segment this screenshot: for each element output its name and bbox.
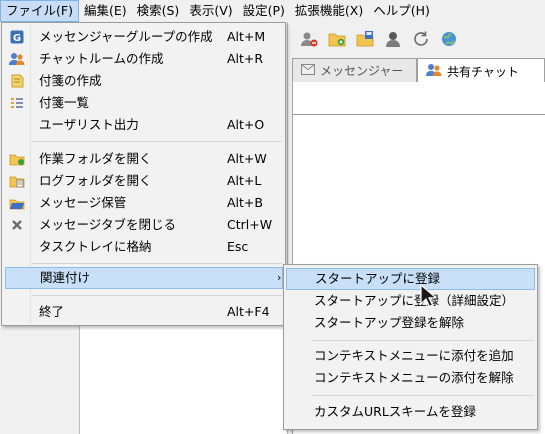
submenu-item-remove-context-menu[interactable]: コンテキストメニューの添付を解除 <box>286 367 535 389</box>
menu-item-close-message-tab[interactable]: メッセージタブを閉じる Ctrl+W <box>5 214 283 236</box>
menu-view[interactable]: 表示(V) <box>184 0 237 22</box>
menu-item-label: メッセージタブを閉じる <box>39 217 177 232</box>
menu-item-label: 終了 <box>39 304 65 319</box>
toolbar <box>288 22 545 55</box>
menu-item-label: 付箋の作成 <box>39 73 102 88</box>
sticky-note-icon <box>9 73 25 89</box>
menu-item-shortcut: Alt+F4 <box>227 304 270 319</box>
submenu-separator <box>312 340 534 341</box>
folder-add-icon[interactable] <box>326 28 348 50</box>
tab-shared-chat[interactable]: 共有チャット <box>417 58 545 83</box>
submenu-item-label: コンテキストメニューに添付を追加 <box>314 348 514 363</box>
file-dropdown-menu: G メッセンジャーグループの作成 Alt+M チャットルームの作成 Alt+R … <box>1 22 286 326</box>
tab-bar: メッセンジャー 共有チャット <box>292 58 545 83</box>
menu-item-shortcut: Esc <box>227 239 249 254</box>
menu-item-shortcut: Alt+L <box>227 173 262 188</box>
menu-item-shortcut: Alt+O <box>227 117 265 132</box>
submenu-arrow-icon: › <box>277 271 282 284</box>
menu-item-create-group[interactable]: G メッセンジャーグループの作成 Alt+M <box>5 26 283 48</box>
submenu-separator <box>312 395 534 396</box>
group-icon: G <box>9 29 25 45</box>
menu-item-shortcut: Alt+W <box>227 151 267 166</box>
menu-item-minimize-to-tray[interactable]: タスクトレイに格納 Esc <box>5 236 283 258</box>
menu-item-exit[interactable]: 終了 Alt+F4 <box>5 301 283 323</box>
menu-help[interactable]: ヘルプ(H) <box>368 0 435 22</box>
menu-item-archive-messages[interactable]: メッセージ保管 Alt+B <box>5 192 283 214</box>
menu-separator <box>32 141 282 142</box>
menu-item-label: 作業フォルダを開く <box>39 151 152 166</box>
menu-item-export-userlist[interactable]: ユーザリスト出力 Alt+O <box>5 114 283 136</box>
save-folder-icon[interactable] <box>354 28 376 50</box>
menu-item-label: ユーザリスト出力 <box>39 117 139 132</box>
menu-item-label: 関連付け <box>40 270 91 285</box>
submenu-item-register-url-scheme[interactable]: カスタムURLスキームを登録 <box>286 401 535 423</box>
menu-item-label: タスクトレイに格納 <box>39 239 152 254</box>
work-folder-icon <box>9 151 25 167</box>
submenu-item-register-startup-advanced[interactable]: スタートアップに登録（詳細設定） <box>286 290 535 312</box>
tab-shared-chat-label: 共有チャット <box>447 64 519 79</box>
menu-edit[interactable]: 編集(E) <box>79 0 132 22</box>
refresh-icon[interactable] <box>410 28 432 50</box>
menu-item-label: メッセンジャーグループの作成 <box>39 29 213 44</box>
submenu-item-label: カスタムURLスキームを登録 <box>314 404 476 419</box>
user-remove-icon[interactable] <box>298 28 320 50</box>
menu-item-shortcut: Alt+B <box>227 195 263 210</box>
chatroom-icon <box>9 51 25 67</box>
menu-item-label: メッセージ保管 <box>39 195 127 210</box>
menu-search[interactable]: 検索(S) <box>132 0 185 22</box>
menu-settings[interactable]: 設定(P) <box>238 0 290 22</box>
submenu-item-label: スタートアップに登録（詳細設定） <box>314 293 515 308</box>
menu-item-label: 付箋一覧 <box>39 95 90 110</box>
close-x-icon <box>9 217 25 233</box>
svg-text:G: G <box>13 33 21 44</box>
menu-item-open-work-folder[interactable]: 作業フォルダを開く Alt+W <box>5 148 283 170</box>
menu-extensions[interactable]: 拡張機能(X) <box>290 0 368 22</box>
people-icon <box>426 63 442 80</box>
submenu-item-add-context-menu[interactable]: コンテキストメニューに添付を追加 <box>286 345 535 367</box>
menu-item-shortcut: Ctrl+W <box>227 217 273 232</box>
log-folder-icon <box>9 173 25 189</box>
tab-messenger-label: メッセンジャー <box>320 64 404 78</box>
menu-item-create-chatroom[interactable]: チャットルームの作成 Alt+R <box>5 48 283 70</box>
menubar: ファイル(F) 編集(E) 検索(S) 表示(V) 設定(P) 拡張機能(X) … <box>0 0 545 22</box>
submenu-item-label: スタートアップ登録を解除 <box>314 315 465 330</box>
submenu-item-register-startup[interactable]: スタートアップに登録 <box>286 268 535 290</box>
menu-item-shortcut: Alt+M <box>227 29 266 44</box>
menu-item-label: ログフォルダを開く <box>39 173 152 188</box>
envelope-icon <box>301 63 315 78</box>
globe-settings-icon[interactable] <box>438 28 460 50</box>
user-icon[interactable] <box>382 28 404 50</box>
submenu-item-unregister-startup[interactable]: スタートアップ登録を解除 <box>286 312 535 334</box>
sticky-list-icon <box>9 95 25 111</box>
menu-item-create-sticky[interactable]: 付箋の作成 <box>5 70 283 92</box>
tab-messenger[interactable]: メッセンジャー <box>292 58 417 82</box>
menu-file[interactable]: ファイル(F) <box>0 0 79 22</box>
divider <box>293 114 545 115</box>
submenu-item-label: コンテキストメニューの添付を解除 <box>314 370 514 385</box>
menu-separator <box>32 295 282 296</box>
menu-item-shortcut: Alt+R <box>227 51 264 66</box>
menu-item-association[interactable]: 関連付け › <box>5 267 283 289</box>
association-submenu: スタートアップに登録 スタートアップに登録（詳細設定） スタートアップ登録を解除… <box>283 264 538 430</box>
archive-folder-icon <box>9 195 25 211</box>
mouse-cursor-icon <box>420 284 436 308</box>
menu-separator <box>32 263 282 264</box>
menu-item-open-log-folder[interactable]: ログフォルダを開く Alt+L <box>5 170 283 192</box>
menu-item-label: チャットルームの作成 <box>39 51 164 66</box>
menu-item-sticky-list[interactable]: 付箋一覧 <box>5 92 283 114</box>
